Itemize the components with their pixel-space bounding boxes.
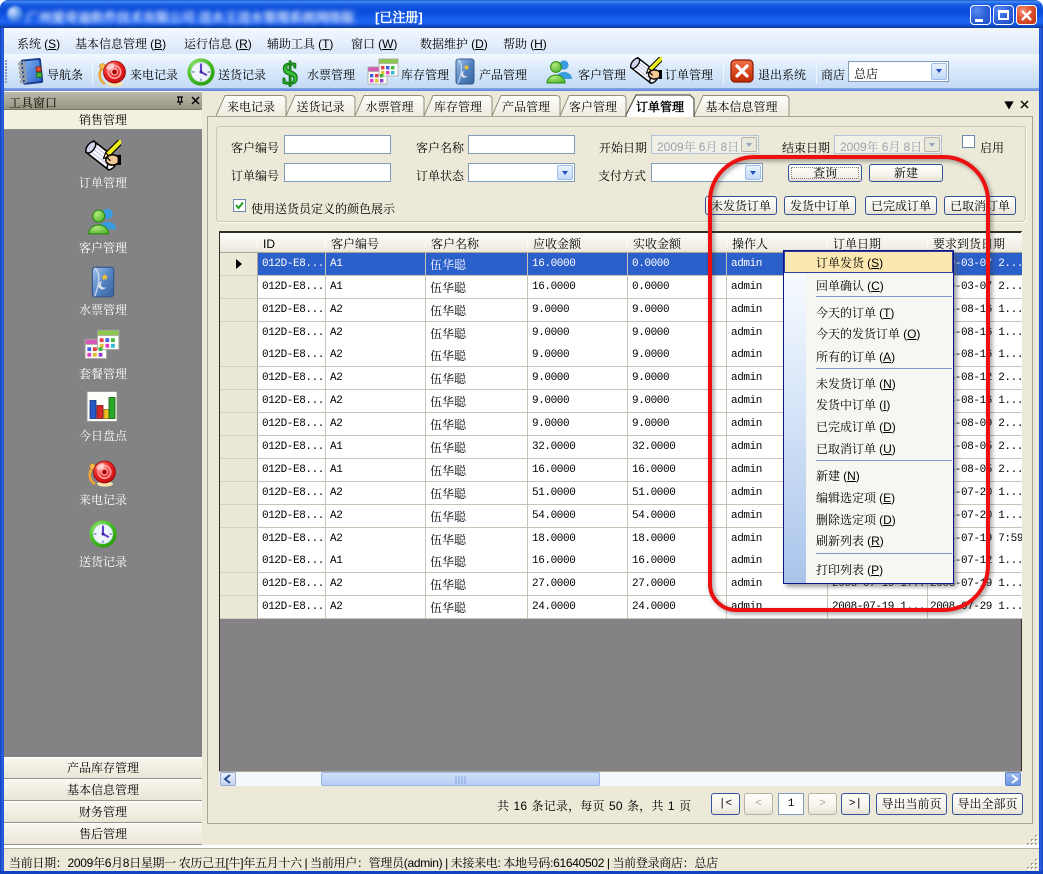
svg-text:$: $ [282,57,298,87]
